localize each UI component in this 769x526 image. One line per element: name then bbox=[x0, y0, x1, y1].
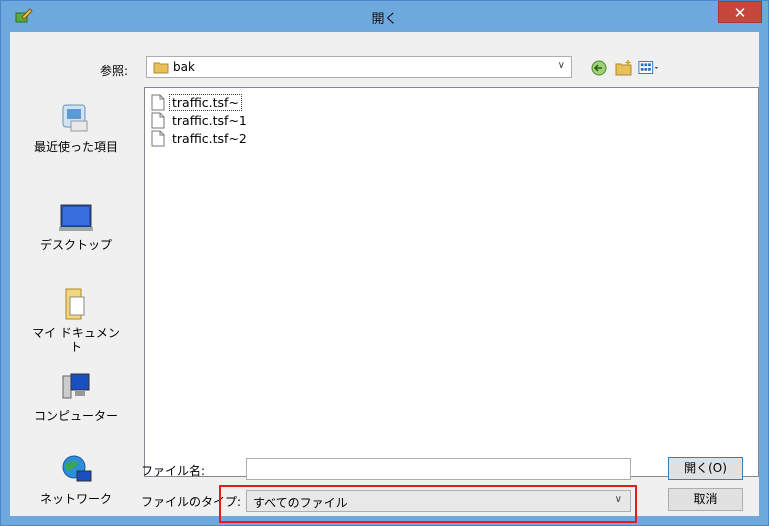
network-icon bbox=[62, 455, 92, 482]
title-bar[interactable]: 開く ✕ bbox=[1, 1, 768, 31]
computer-icon bbox=[62, 373, 90, 399]
file-list[interactable]: traffic.tsf~ traffic.tsf~1 traffic.tsf~2 bbox=[144, 87, 759, 477]
toolbar bbox=[588, 58, 660, 78]
place-label: 最近使った項目 bbox=[33, 140, 118, 154]
window-title: 開く bbox=[371, 12, 398, 27]
file-name: traffic.tsf~2 bbox=[172, 131, 247, 146]
file-name: traffic.tsf~1 bbox=[172, 113, 247, 128]
recent-items-icon bbox=[62, 104, 88, 132]
document-icon bbox=[151, 94, 165, 111]
close-button[interactable]: ✕ bbox=[718, 1, 762, 23]
file-name-input[interactable] bbox=[246, 458, 631, 480]
folder-icon bbox=[153, 60, 169, 77]
place-label: ネットワーク bbox=[39, 492, 112, 506]
open-dialog: 開く ✕ 参照: bak ∨ 最近使った項目 デスクトップ マイ ドキュメント … bbox=[0, 0, 769, 526]
look-in-label: 参照: bbox=[100, 64, 129, 78]
list-item[interactable]: traffic.tsf~ bbox=[151, 94, 242, 111]
desktop-icon bbox=[59, 204, 93, 231]
file-name-label: ファイル名: bbox=[141, 464, 206, 478]
place-desktop[interactable]: デスクトップ bbox=[32, 203, 120, 252]
look-in-dropdown[interactable]: bak ∨ bbox=[146, 56, 572, 78]
place-label: デスクトップ bbox=[39, 238, 112, 252]
document-icon bbox=[151, 130, 165, 147]
new-folder-icon[interactable] bbox=[613, 58, 635, 78]
list-item[interactable]: traffic.tsf~2 bbox=[151, 130, 249, 147]
chevron-down-icon: ∨ bbox=[557, 60, 565, 71]
dialog-body: 参照: bak ∨ 最近使った項目 デスクトップ マイ ドキュメント コンピュー… bbox=[9, 31, 760, 523]
my-documents-icon bbox=[65, 288, 85, 320]
place-my-documents[interactable]: マイ ドキュメント bbox=[32, 285, 120, 354]
place-label: コンピューター bbox=[33, 409, 118, 423]
place-label: マイ ドキュメント bbox=[32, 326, 120, 354]
document-icon bbox=[151, 112, 165, 129]
back-icon[interactable] bbox=[588, 58, 610, 78]
place-network[interactable]: ネットワーク bbox=[32, 453, 120, 506]
list-item[interactable]: traffic.tsf~1 bbox=[151, 112, 249, 129]
look-in-value: bak bbox=[173, 60, 195, 74]
highlight-box bbox=[219, 485, 637, 523]
place-computer[interactable]: コンピューター bbox=[32, 370, 120, 423]
place-recent-items[interactable]: 最近使った項目 bbox=[32, 101, 120, 154]
view-menu-icon[interactable] bbox=[638, 58, 660, 78]
cancel-button[interactable]: 取消 bbox=[668, 488, 743, 511]
file-name: traffic.tsf~ bbox=[169, 94, 242, 111]
open-button[interactable]: 開く(O) bbox=[668, 457, 743, 480]
